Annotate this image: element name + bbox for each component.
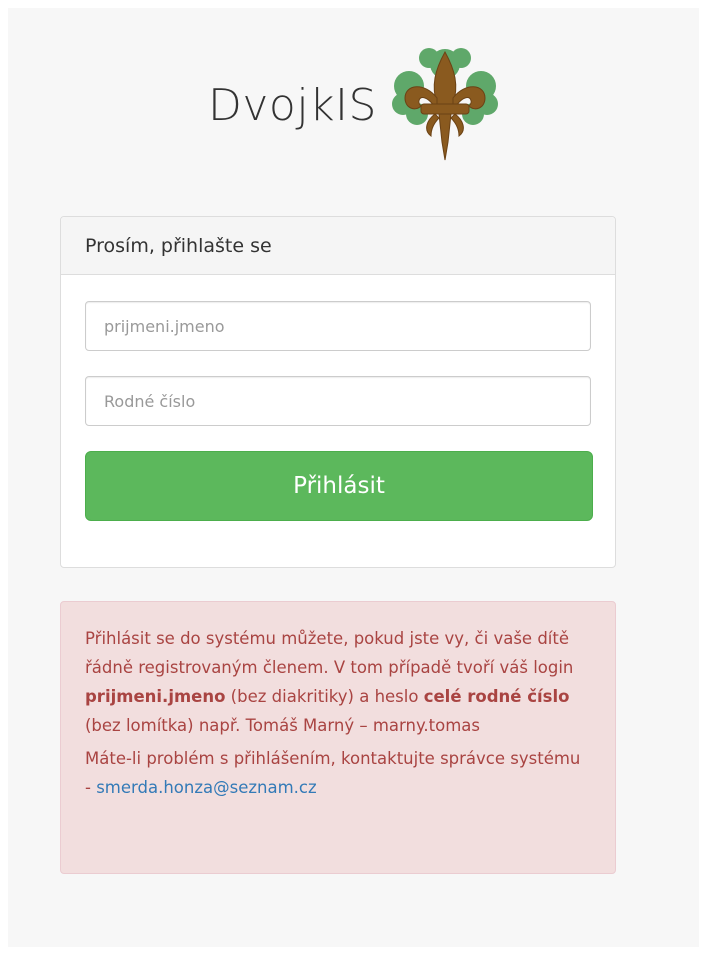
fleur-de-lis-logo-icon [391, 48, 498, 161]
login-panel: Prosím, přihlašte se Přihlásit [60, 216, 616, 568]
brand-header: DvojkIS [0, 40, 707, 170]
login-button[interactable]: Přihlásit [85, 451, 593, 521]
alert-login-format: prijmeni.jmeno [85, 687, 226, 706]
login-panel-heading: Prosím, přihlašte se [61, 217, 615, 275]
alert-text: (bez lomítka) např. Tomáš Marný – marny.… [85, 716, 480, 735]
admin-email-link[interactable]: smerda.honza@seznam.cz [96, 778, 316, 797]
alert-contact: Máte-li problém s přihlášením, kontaktuj… [85, 744, 591, 802]
birth-number-input[interactable] [85, 376, 591, 426]
info-alert: Přihlásit se do systému můžete, pokud js… [60, 601, 616, 874]
alert-password-format: celé rodné číslo [423, 687, 570, 706]
app-title: DvojkIS [208, 79, 377, 131]
alert-text: (bez diakritiky) a heslo [225, 687, 424, 706]
alert-text: Přihlásit se do systému můžete, pokud js… [85, 629, 574, 677]
alert-login-instructions: Přihlásit se do systému můžete, pokud js… [85, 624, 591, 740]
username-input[interactable] [85, 301, 591, 351]
